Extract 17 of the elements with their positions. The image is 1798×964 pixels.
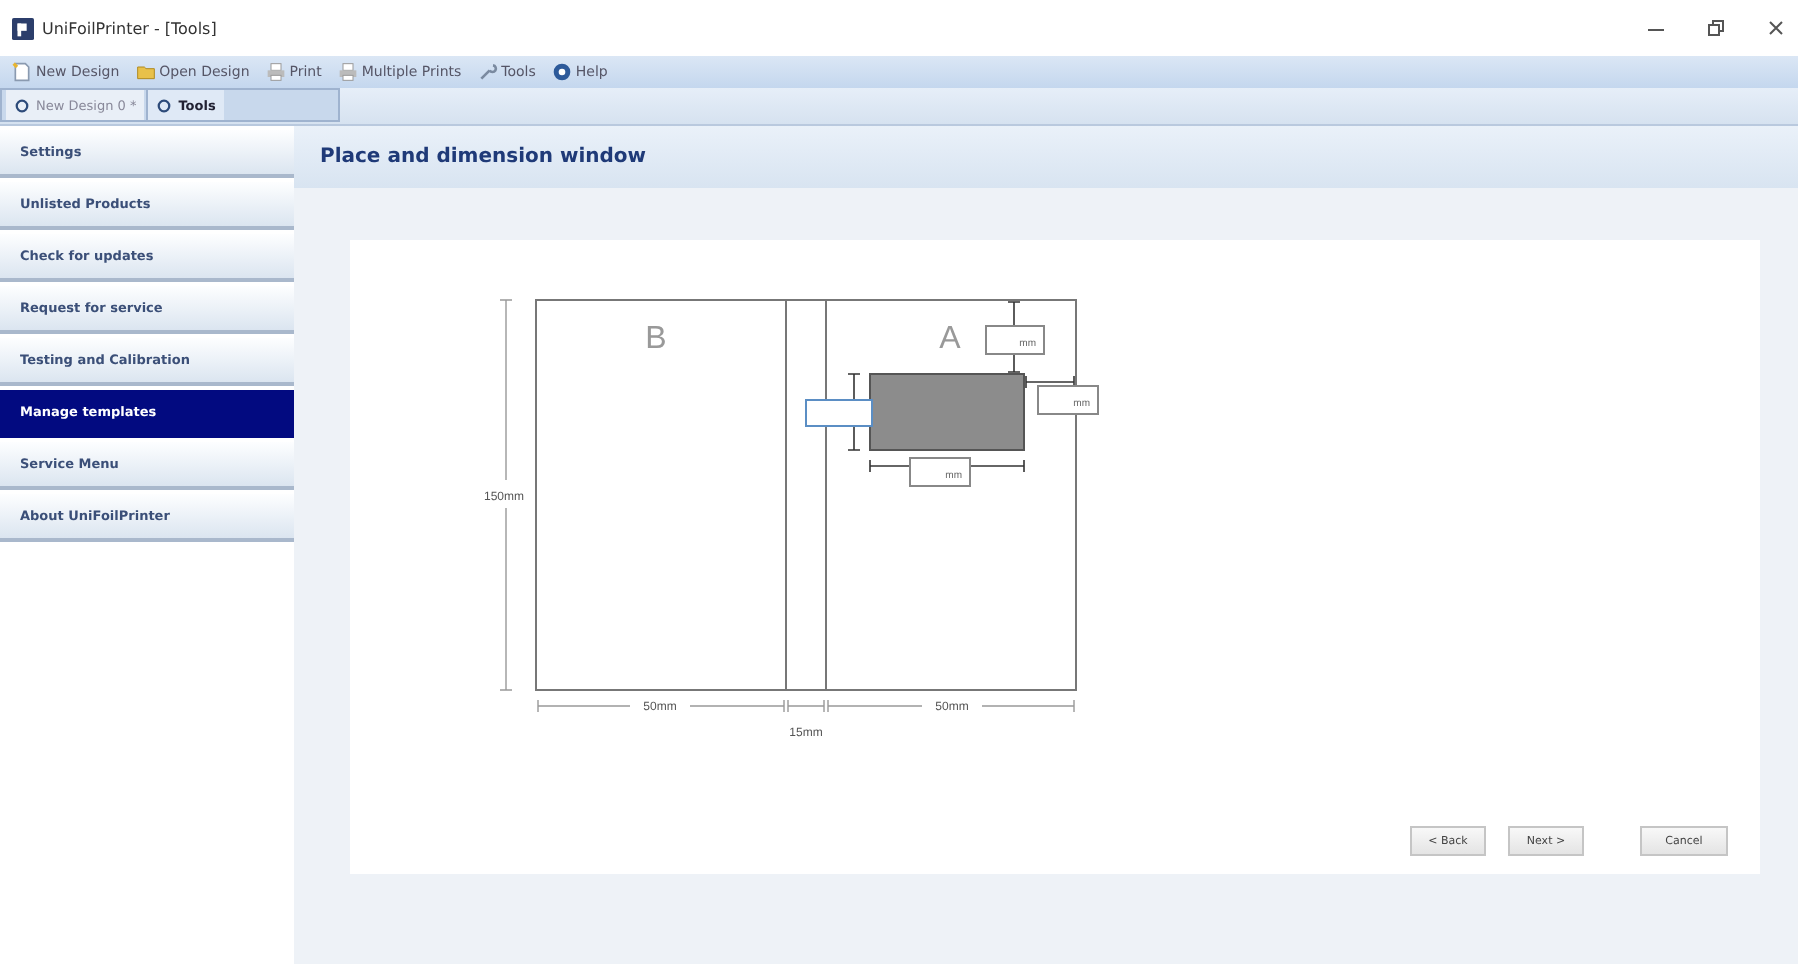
restore-icon[interactable] <box>1706 18 1726 38</box>
wrench-icon <box>477 62 498 82</box>
app-icon <box>12 17 34 39</box>
page-icon <box>12 62 32 82</box>
page-title: Place and dimension window <box>320 146 647 168</box>
printer-icon <box>337 62 358 82</box>
circle-icon <box>14 97 30 113</box>
close-icon[interactable] <box>1766 18 1786 38</box>
circle-icon <box>156 97 173 113</box>
folder-icon <box>135 62 156 82</box>
area-label: A <box>939 322 961 356</box>
printer-icon <box>265 62 286 82</box>
area-label: B <box>645 322 667 356</box>
help-icon <box>551 62 572 82</box>
window-title: UniFoilPrinter - [Tools] <box>42 19 217 37</box>
input-field[interactable] <box>805 399 873 427</box>
dimension-arrow <box>1025 375 1075 389</box>
